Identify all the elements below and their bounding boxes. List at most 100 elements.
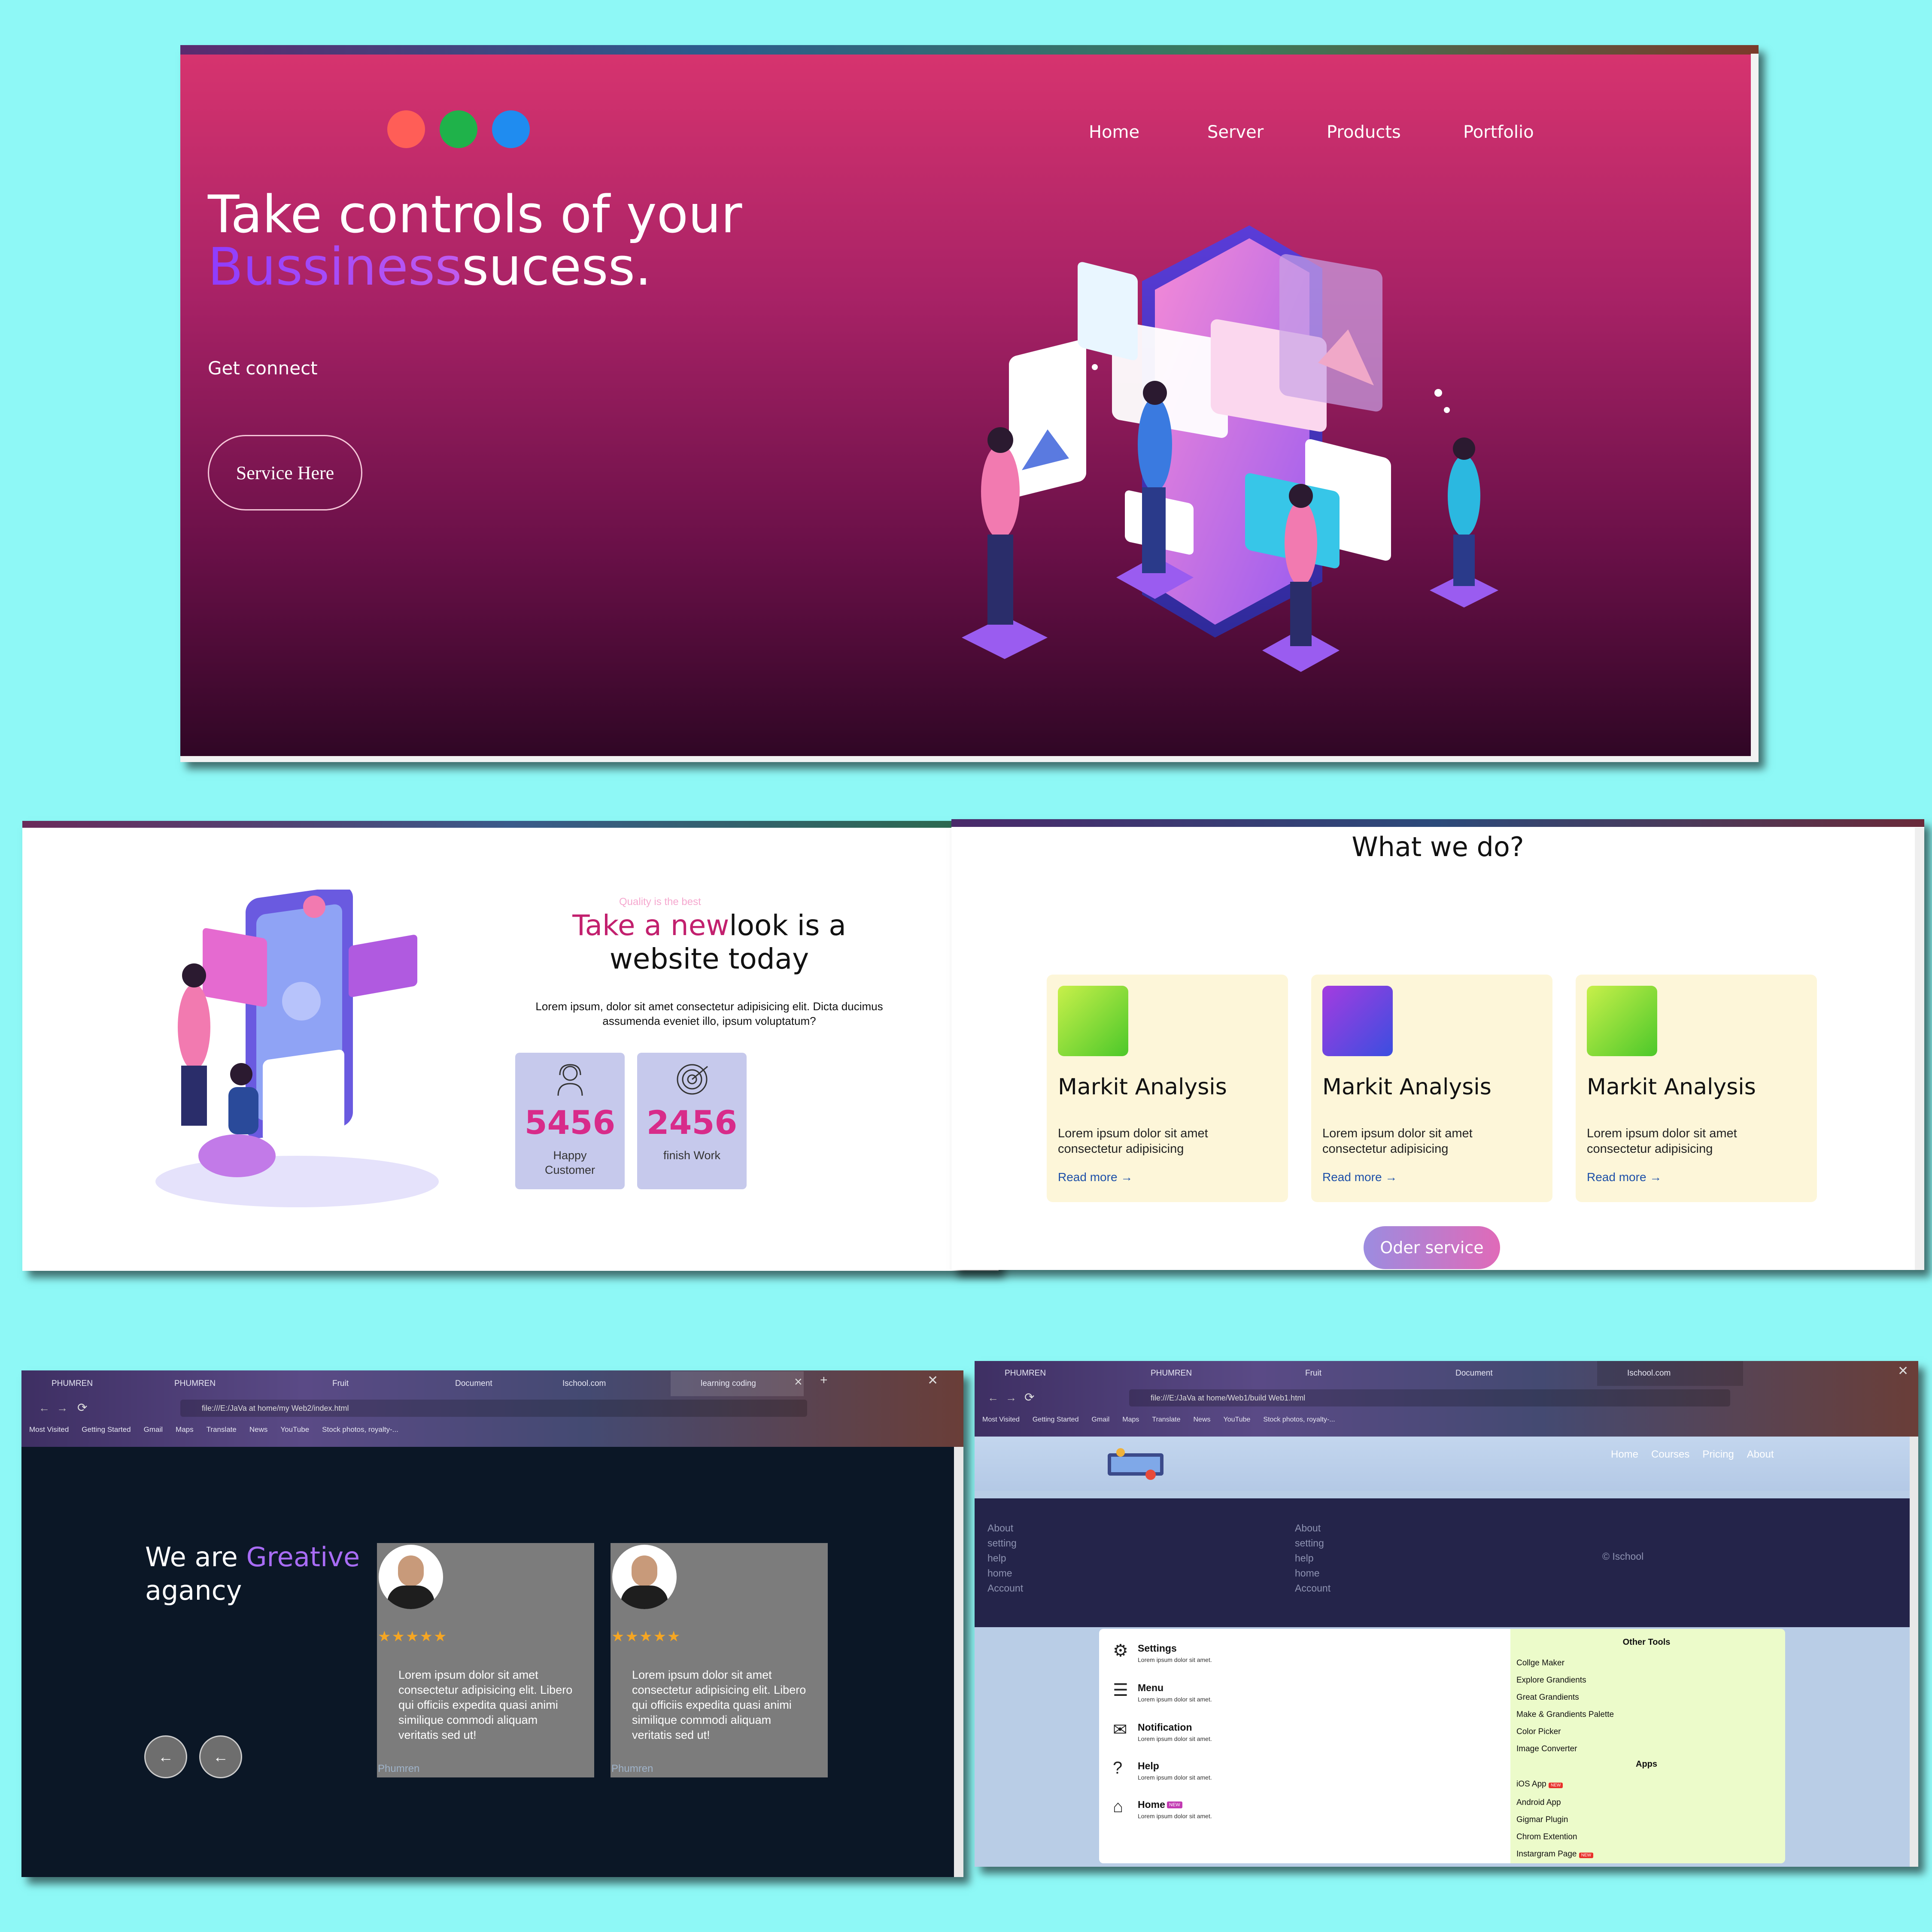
url-bar[interactable]: file:///E:/JaVa at home/my Web2/index.ht… [180, 1400, 807, 1417]
bookmark[interactable]: Gmail [1091, 1416, 1109, 1424]
tool-link[interactable]: Make & Grandients Palette [1516, 1706, 1614, 1723]
footer-link[interactable]: About [1295, 1521, 1331, 1536]
tab[interactable]: Fruit [302, 1371, 427, 1396]
close-window-icon[interactable]: ✕ [1898, 1364, 1908, 1379]
bookmark[interactable]: Most Visited [29, 1425, 69, 1434]
nav-home[interactable]: Home [1089, 122, 1139, 142]
app-link[interactable]: Chrom Extention [1516, 1829, 1593, 1846]
tab[interactable]: PHUMREN [1121, 1361, 1267, 1386]
service-title: Markit Analysis [1587, 1074, 1756, 1100]
read-more-link[interactable]: Read more → [1587, 1170, 1662, 1184]
bookmarks-bar: Most Visited Getting Started Gmail Maps … [29, 1425, 398, 1434]
bookmark[interactable]: Gmail [144, 1425, 163, 1434]
tool-link[interactable]: Image Converter [1516, 1741, 1614, 1758]
scrollbar[interactable] [1910, 1437, 1918, 1867]
reload-icon[interactable]: ⟳ [1024, 1390, 1034, 1404]
tab-active[interactable]: learning coding [671, 1371, 804, 1396]
footer-link[interactable]: home [1295, 1566, 1331, 1581]
tab[interactable]: Document [1425, 1361, 1571, 1386]
logo-icon [1108, 1448, 1163, 1480]
app-link[interactable]: Android App [1516, 1794, 1593, 1811]
app-name: Instargram Page [1516, 1850, 1577, 1859]
footer-link[interactable]: Account [987, 1581, 1023, 1596]
nav-server[interactable]: Server [1207, 122, 1264, 142]
tab[interactable]: PHUMREN [144, 1371, 269, 1396]
stat-label: Happy [553, 1149, 587, 1162]
tab[interactable]: PHUMREN [21, 1371, 146, 1396]
bookmark[interactable]: YouTube [280, 1425, 309, 1434]
bookmark[interactable]: Most Visited [982, 1416, 1020, 1424]
tool-link[interactable]: Explore Grandients [1516, 1672, 1614, 1689]
stat-value: 5456 [524, 1103, 616, 1142]
next-arrow-button[interactable]: ← [199, 1735, 242, 1778]
read-more-label: Read more [1058, 1170, 1118, 1184]
close-icon[interactable]: × [794, 1374, 802, 1390]
bookmark[interactable]: Maps [1122, 1416, 1139, 1424]
arrow-right-icon: → [1385, 1170, 1397, 1184]
order-service-button[interactable]: Oder service [1364, 1226, 1500, 1269]
bookmark[interactable]: YouTube [1224, 1416, 1251, 1424]
tool-link[interactable]: Great Grandients [1516, 1689, 1614, 1706]
bookmark[interactable]: Translate [207, 1425, 237, 1434]
nav-portfolio[interactable]: Portfolio [1463, 122, 1534, 142]
forward-icon[interactable]: → [1005, 1391, 1017, 1404]
bookmark[interactable]: Stock photos, royalty-... [1263, 1416, 1335, 1424]
close-window-icon[interactable]: ✕ [927, 1373, 938, 1388]
tab[interactable]: PHUMREN [975, 1361, 1121, 1386]
menu-item-title: Settings [1138, 1643, 1177, 1654]
bookmark[interactable]: News [1194, 1416, 1211, 1424]
reload-icon[interactable]: ⟳ [77, 1400, 87, 1415]
scrollbar[interactable] [954, 1447, 963, 1877]
headline-line2: Bussinesssucess. [208, 241, 742, 294]
footer-link[interactable]: home [987, 1566, 1023, 1581]
scrollbar[interactable] [1751, 54, 1759, 762]
apps-title: Apps [1636, 1759, 1657, 1769]
footer-link[interactable]: setting [1295, 1536, 1331, 1551]
back-icon[interactable]: ← [39, 1401, 50, 1415]
prev-arrow-button[interactable]: ← [144, 1735, 187, 1778]
footer-link[interactable]: setting [987, 1536, 1023, 1551]
analysis-icon [1587, 986, 1657, 1056]
app-link[interactable]: iOS App NEW [1516, 1776, 1593, 1794]
target-icon [677, 1064, 708, 1095]
analysis-icon [1058, 986, 1128, 1056]
bookmark[interactable]: Getting Started [1033, 1416, 1079, 1424]
footer-link[interactable]: help [987, 1551, 1023, 1566]
tab[interactable]: Document [425, 1371, 550, 1396]
bookmark[interactable]: Getting Started [82, 1425, 131, 1434]
nav-courses[interactable]: Courses [1651, 1449, 1689, 1461]
nav-products[interactable]: Products [1327, 122, 1401, 142]
tool-link[interactable]: Collge Maker [1516, 1655, 1614, 1672]
nav-pricing[interactable]: Pricing [1702, 1449, 1734, 1461]
read-more-link[interactable]: Read more → [1058, 1170, 1133, 1184]
footer-link[interactable]: Account [1295, 1581, 1331, 1596]
app-link[interactable]: Gigmar Plugin [1516, 1811, 1593, 1829]
bookmark[interactable]: Maps [176, 1425, 194, 1434]
back-icon[interactable]: ← [987, 1391, 999, 1404]
tool-link[interactable]: Color Picker [1516, 1723, 1614, 1741]
read-more-link[interactable]: Read more → [1322, 1170, 1397, 1184]
services-panel: What we do? Markit Analysis Lorem ipsum … [951, 819, 1924, 1270]
bookmark[interactable]: News [249, 1425, 268, 1434]
footer-link[interactable]: help [1295, 1551, 1331, 1566]
tab[interactable]: Fruit [1275, 1361, 1421, 1386]
service-button[interactable]: Service Here [208, 435, 362, 510]
scrollbar[interactable] [1915, 828, 1924, 1270]
ischool-browser: PHUMREN PHUMREN Fruit Document Ischool.c… [975, 1361, 1918, 1867]
nav-about[interactable]: About [1747, 1449, 1774, 1461]
hero-headline: Take controls of your Bussinesssucess. [208, 189, 742, 294]
footer-link[interactable]: About [987, 1521, 1023, 1536]
heading-purple: Greative [246, 1541, 360, 1573]
nav-home[interactable]: Home [1611, 1449, 1638, 1461]
new-tab-icon[interactable]: + [820, 1373, 828, 1388]
bookmark[interactable]: Stock photos, royalty-... [322, 1425, 398, 1434]
browser-strip [22, 821, 999, 828]
menu-item-desc: Lorem ipsum dolor sit amet. [1138, 1735, 1212, 1742]
url-bar[interactable]: file:///E:/JaVa at home/Web1/build Web1.… [1129, 1389, 1730, 1406]
forward-icon[interactable]: → [57, 1401, 68, 1415]
bookmark[interactable]: Translate [1152, 1416, 1180, 1424]
stat-card: 5456 Happy Customer [515, 1053, 625, 1189]
tab[interactable]: Ischool.com [532, 1371, 657, 1396]
tab-active[interactable]: Ischool.com [1597, 1361, 1743, 1386]
app-link[interactable]: Instargram Page NEW [1516, 1846, 1594, 1864]
